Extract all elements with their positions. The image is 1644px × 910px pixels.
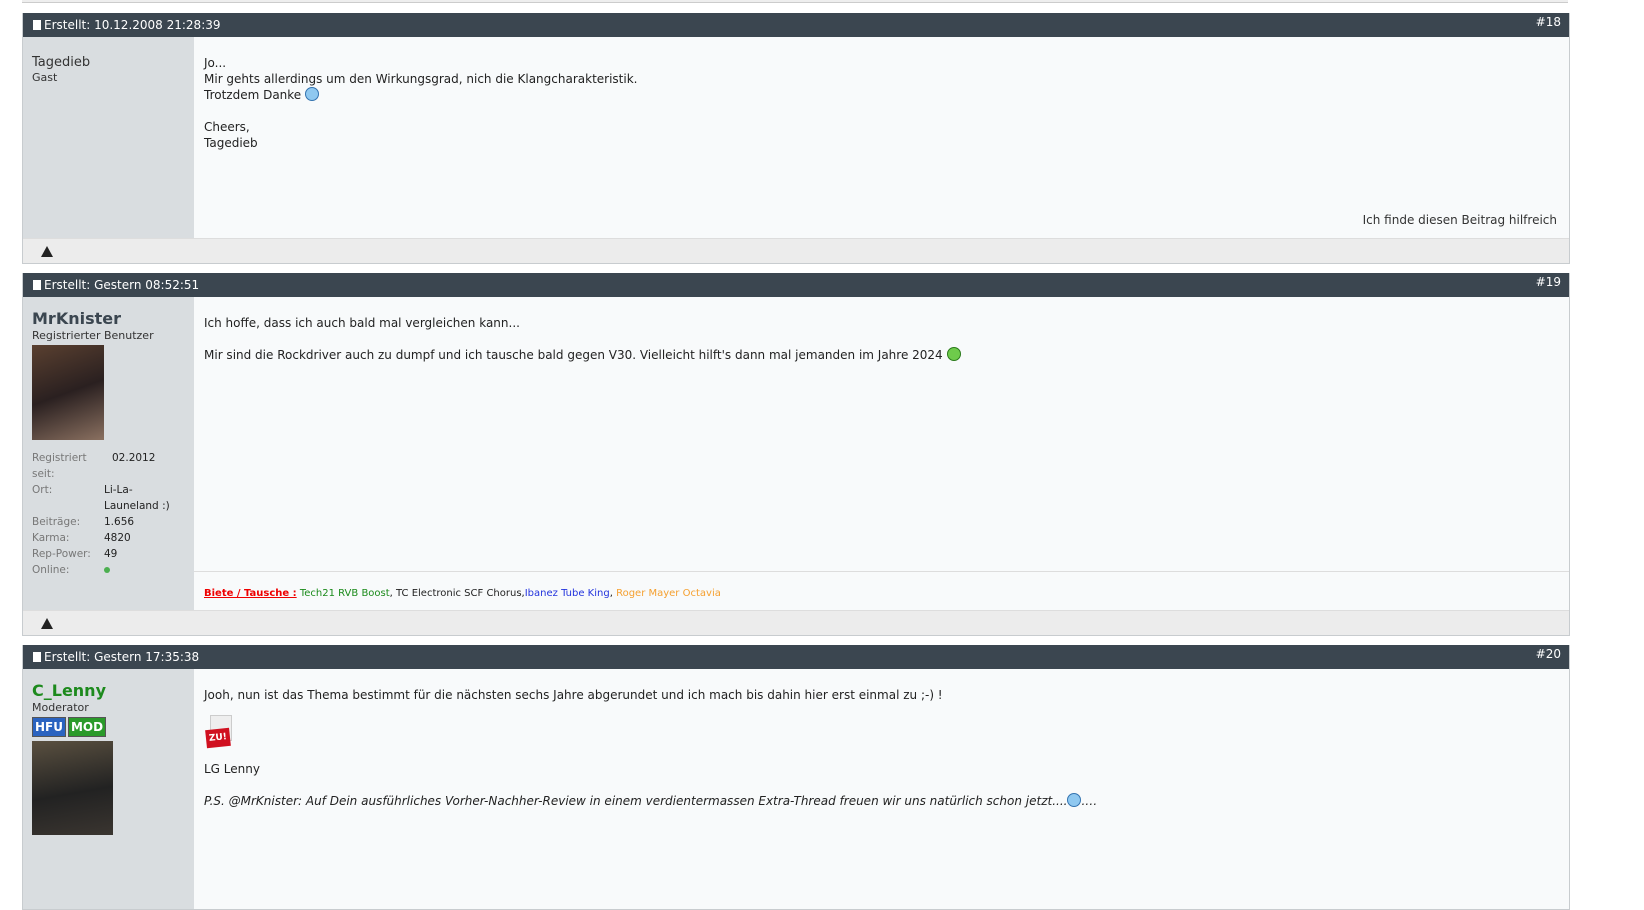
signature-item: Roger Mayer Octavia: [616, 588, 721, 599]
post-content: Jo... Mir gehts allerdings um den Wirkun…: [194, 37, 1569, 238]
post-20: Erstellt: Gestern 17:35:38 #20 C_Lenny Mo…: [22, 645, 1570, 910]
avatar[interactable]: [32, 345, 104, 440]
report-warning-icon[interactable]: [41, 246, 53, 257]
post-header: Erstellt: Gestern 17:35:38 #20: [23, 645, 1569, 669]
username-link[interactable]: MrKnister: [32, 309, 194, 328]
info-key: Karma:: [32, 532, 70, 544]
text-line: Jooh, nun ist das Thema bestimmt für die…: [204, 688, 943, 702]
text-line: Tagedieb: [204, 136, 258, 150]
post-number-link[interactable]: #18: [1536, 10, 1561, 34]
post-header: Erstellt: Gestern 08:52:51 #19: [23, 273, 1569, 297]
user-sidebar: Tagedieb Gast: [23, 37, 194, 238]
signature-link[interactable]: Biete / Tausche :: [204, 588, 297, 599]
post-date: Erstellt: 10.12.2008 21:28:39: [44, 18, 221, 32]
document-icon: [33, 652, 41, 662]
post-footer: [23, 610, 1569, 635]
signature-item: Ibanez Tube King: [524, 588, 610, 599]
post-footer: [23, 238, 1569, 263]
post-date: Erstellt: Gestern 08:52:51: [44, 278, 200, 292]
info-key: Rep-Power:: [32, 548, 91, 560]
signature-item: TC Electronic SCF Chorus: [396, 588, 522, 599]
avatar[interactable]: [32, 741, 113, 835]
previous-post-edge: [22, 0, 1568, 3]
post-header: Erstellt: 10.12.2008 21:28:39 #18: [23, 13, 1569, 37]
user-sidebar: C_Lenny Moderator HFU MOD: [23, 669, 194, 909]
post-number-link[interactable]: #20: [1536, 642, 1561, 666]
post-date: Erstellt: Gestern 17:35:38: [44, 650, 200, 664]
post-number-link[interactable]: #19: [1536, 270, 1561, 294]
closed-icon: ZU!: [205, 715, 236, 749]
mod-badge: MOD: [67, 717, 107, 737]
text-line: Ich hoffe, dass ich auch bald mal vergle…: [204, 316, 520, 330]
info-key: Online:: [32, 564, 70, 576]
user-role: Registrierter Benutzer: [32, 329, 154, 342]
text-line: Mir sind die Rockdriver auch zu dumpf un…: [204, 348, 943, 362]
text-line: Trotzdem Danke: [204, 88, 302, 102]
info-key: Registriert seit:: [32, 452, 87, 480]
text-line: P.S. @MrKnister: Auf Dein ausführliches …: [204, 794, 1068, 808]
document-icon: [33, 280, 41, 290]
user-role: Moderator: [32, 701, 89, 714]
text-line: .…: [1081, 794, 1098, 808]
closed-label: ZU!: [205, 727, 231, 749]
post-content: Jooh, nun ist das Thema bestimmt für die…: [194, 669, 1569, 909]
info-value: Li-La-Launeland :): [104, 484, 170, 512]
info-key: Ort:: [32, 484, 53, 496]
info-value: 49: [104, 548, 118, 560]
text-line: Cheers,: [204, 120, 250, 134]
info-value: 1.656: [104, 516, 135, 528]
text-line: Mir gehts allerdings um den Wirkungsgrad…: [204, 72, 638, 86]
post-19: Erstellt: Gestern 08:52:51 #19 MrKnister …: [22, 273, 1570, 636]
post-18: Erstellt: 10.12.2008 21:28:39 #18 Tagedie…: [22, 13, 1570, 264]
user-role: Gast: [32, 71, 58, 84]
hfu-badge: HFU: [32, 717, 66, 737]
username: Tagedieb: [32, 55, 91, 70]
info-key: Beiträge:: [32, 516, 81, 528]
post-content: Ich hoffe, dass ich auch bald mal vergle…: [194, 297, 1569, 610]
user-sidebar: MrKnister Registrierter Benutzer Registr…: [23, 297, 194, 610]
report-warning-icon[interactable]: [41, 618, 53, 629]
online-status-icon: [104, 567, 110, 573]
user-info: Registriert seit: 02.2012 Ort: Li-La-Laune…: [32, 450, 194, 578]
smiley-icon: [1067, 793, 1082, 807]
info-value: 02.2012: [112, 452, 156, 464]
grin-smiley-icon: [946, 347, 961, 361]
document-icon: [33, 20, 41, 30]
text-line: LG Lenny: [204, 762, 260, 776]
username-link[interactable]: C_Lenny: [32, 681, 194, 700]
info-value: 4820: [104, 532, 131, 544]
text-line: Jo...: [204, 56, 227, 70]
smiley-icon: [305, 87, 320, 101]
helpful-link[interactable]: Ich finde diesen Beitrag hilfreich: [1363, 212, 1557, 228]
signature-item: Tech21 RVB Boost: [299, 588, 390, 599]
